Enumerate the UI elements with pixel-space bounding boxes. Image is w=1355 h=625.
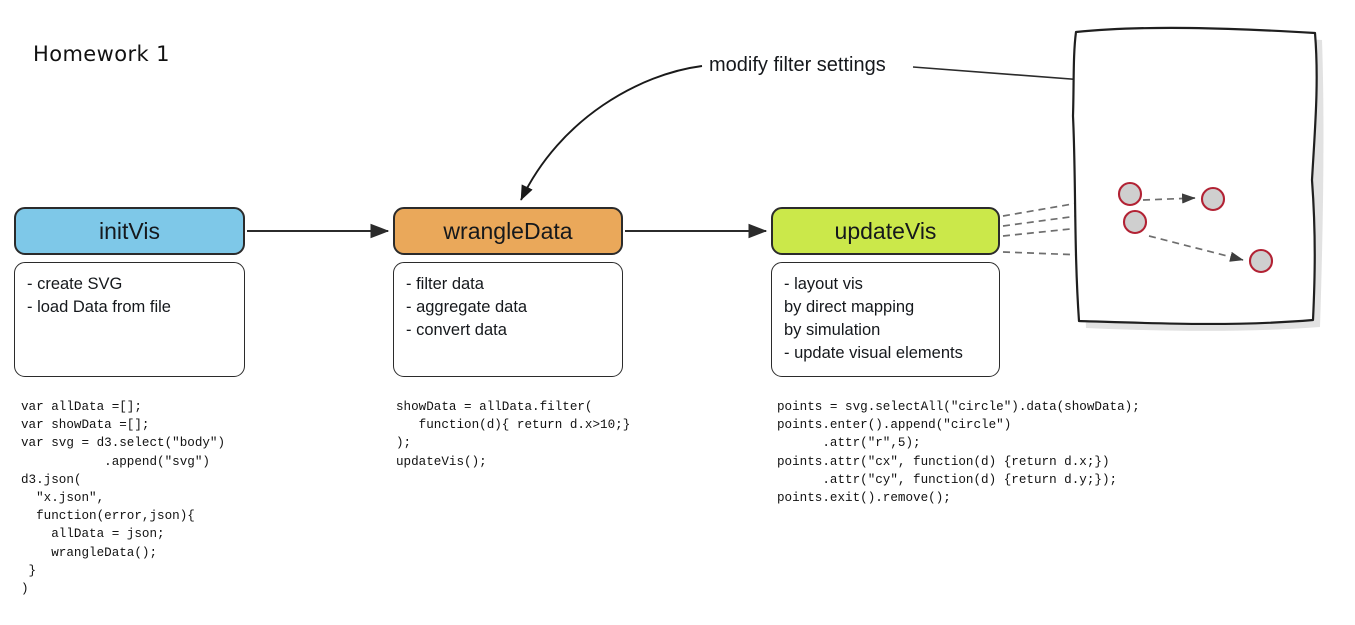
vis-circle <box>1122 209 1148 235</box>
stage-title-wrangledata: wrangleData <box>443 217 573 244</box>
diagram-canvas: Homework 1 modify filter settings initVi… <box>0 0 1355 625</box>
stage-header-wrangledata[interactable]: wrangleData <box>393 207 623 255</box>
stage-code-initvis: var allData =[]; var showData =[]; var s… <box>21 400 226 597</box>
stage-title-updatevis: updateVis <box>834 217 937 244</box>
visualization-panel: include Africa aggregate by name aggrega… <box>1069 26 1324 331</box>
stage-header-updatevis[interactable]: updateVis <box>771 207 1000 255</box>
panel-outline <box>1071 26 1318 326</box>
annotation-label: modify filter settings <box>709 54 886 76</box>
stage-code-wrangledata: showData = allData.filter( function(d){ … <box>396 400 631 469</box>
vis-circle <box>1200 186 1226 212</box>
vis-circle <box>1117 181 1143 207</box>
stage-description-updatevis: - layout vis by direct mapping by simula… <box>771 262 1000 377</box>
page-title: Homework 1 <box>33 42 170 66</box>
vis-circle <box>1248 248 1274 274</box>
stage-description-wrangledata: - filter data - aggregate data - convert… <box>393 262 623 377</box>
stage-title-initvis: initVis <box>99 217 160 244</box>
stage-description-initvis: - create SVG - load Data from file <box>14 262 245 377</box>
stage-code-updatevis: points = svg.selectAll("circle").data(sh… <box>777 400 1140 506</box>
panel-frame <box>1071 26 1324 331</box>
arrow-annotation-to-wrangledata <box>520 65 703 201</box>
stage-header-initvis[interactable]: initVis <box>14 207 245 255</box>
